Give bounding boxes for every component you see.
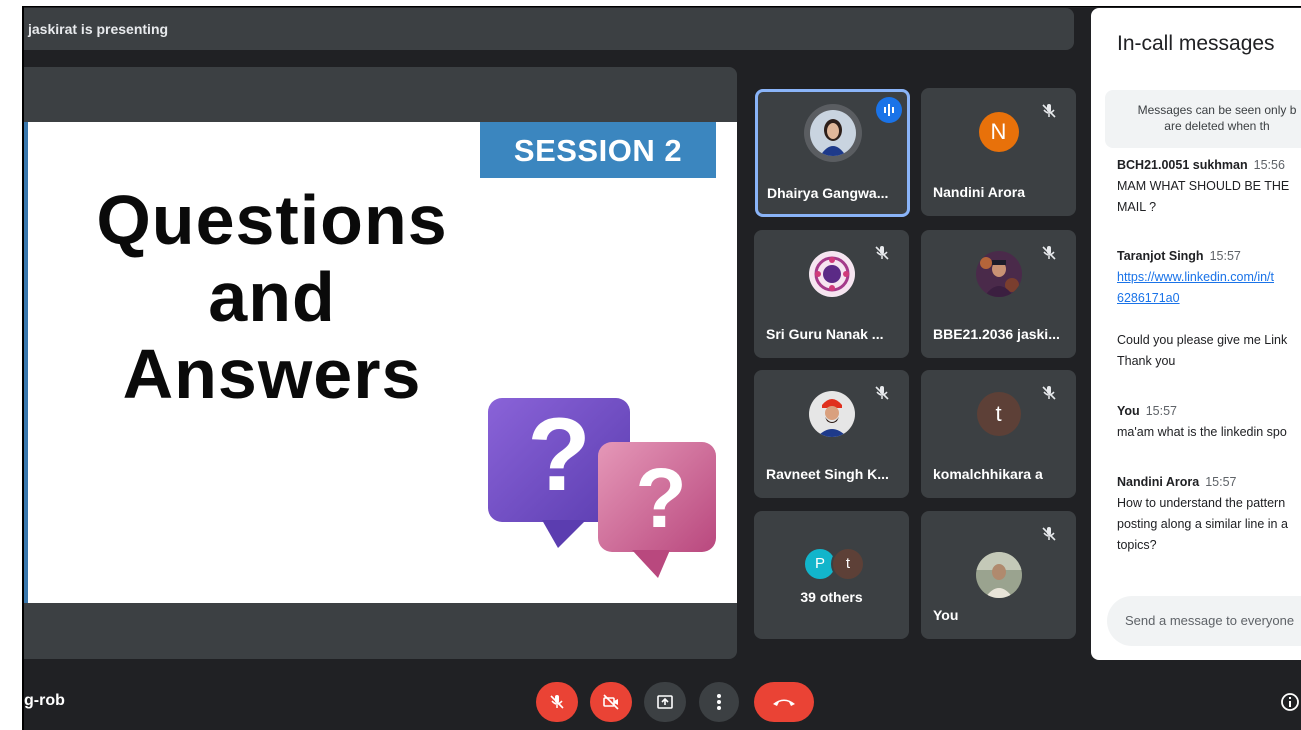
message-text: Could you please give me Link (1117, 333, 1288, 347)
chat-notice: Messages can be seen only b are deleted … (1105, 90, 1301, 148)
message-link[interactable]: https://www.linkedin.com/in/t (1117, 270, 1274, 284)
message-text: Thank you (1117, 354, 1176, 368)
mic-off-icon (1040, 384, 1058, 402)
session-label: SESSION 2 (480, 122, 716, 178)
chat-message: Nandini Arora 15:57 How to understand the… (1117, 472, 1301, 556)
mic-off-icon (1040, 102, 1058, 120)
window-top-rule (22, 6, 1301, 7)
presenting-bar: jaskirat is presenting (22, 8, 1074, 50)
slide-title: Questions and Answers (52, 182, 492, 413)
meet-stage: jaskirat is presenting SESSION 2 Questio… (22, 6, 1301, 730)
participant-tile[interactable]: Ravneet Singh K... (754, 370, 909, 498)
chat-panel: In-call messages Messages can be seen on… (1091, 8, 1301, 660)
mic-off-icon (873, 244, 891, 262)
slide-title-line: and (208, 258, 336, 336)
info-icon (1281, 693, 1299, 711)
avatar (975, 251, 1022, 297)
participant-tile[interactable]: BBE21.2036 jaski... (921, 230, 1076, 358)
presenting-text: jaskirat is presenting (28, 21, 169, 37)
chat-message: BCH21.0051 sukhman 15:56 MAM WHAT SHOULD … (1117, 155, 1301, 218)
meeting-code: g-rob (24, 692, 65, 709)
message-text: MAM WHAT SHOULD BE THE (1117, 179, 1290, 193)
message-time: 15:56 (1253, 158, 1285, 172)
chat-notice-line: are deleted when th (1164, 119, 1270, 133)
participant-tile[interactable]: Sri Guru Nanak ... (754, 230, 909, 358)
message-sender: You (1117, 404, 1140, 418)
message-time: 15:57 (1205, 475, 1237, 489)
avatar (808, 251, 855, 297)
mic-toggle-button[interactable] (536, 682, 578, 722)
message-sender: Nandini Arora (1117, 475, 1200, 489)
question-mark-small: ? (635, 451, 687, 545)
message-link[interactable]: 6286171a0 (1117, 291, 1180, 305)
participant-name: Ravneet Singh K... (766, 466, 889, 482)
presentation-slide: SESSION 2 Questions and Answers ? ? (22, 122, 737, 603)
chat-message: Taranjot Singh 15:57 https://www.linkedin… (1117, 246, 1301, 309)
present-now-button[interactable] (644, 682, 686, 722)
participant-tile[interactable]: Dhairya Gangwa... (755, 89, 910, 217)
avatar: t (831, 547, 865, 581)
message-text: How to understand the pattern (1117, 496, 1286, 510)
message-sender: BCH21.0051 sukhman (1117, 158, 1248, 172)
avatar: N (978, 112, 1019, 152)
camera-toggle-button[interactable] (590, 682, 632, 722)
avatar: t (976, 392, 1021, 436)
shared-screen: SESSION 2 Questions and Answers ? ? (22, 67, 737, 659)
participant-tile-others[interactable]: P t 39 others (754, 511, 909, 639)
chat-message: You 15:57 ma'am what is the linkedin spo (1117, 401, 1301, 443)
avatar (809, 110, 856, 156)
chat-input[interactable] (1123, 612, 1301, 629)
participant-name: komalchhikara a (933, 466, 1043, 482)
avatar (808, 391, 855, 437)
chat-input-box[interactable] (1107, 596, 1301, 646)
participant-name: Nandini Arora (933, 184, 1026, 200)
chat-message: Could you please give me Link Thank you (1117, 330, 1301, 372)
message-time: 15:57 (1209, 249, 1241, 263)
mic-off-icon (1040, 525, 1058, 543)
participant-name: Dhairya Gangwa... (767, 185, 889, 201)
message-sender: Taranjot Singh (1117, 249, 1204, 263)
more-icon (717, 694, 721, 710)
participant-tile-self[interactable]: You (921, 511, 1076, 639)
others-count: 39 others (800, 589, 863, 605)
mic-off-icon (1040, 244, 1058, 262)
speaking-icon (876, 97, 902, 123)
slide-title-line: Questions (96, 181, 448, 259)
chat-title: In-call messages (1117, 32, 1275, 55)
participant-tile[interactable]: t komalchhikara a (921, 370, 1076, 498)
message-text: ma'am what is the linkedin spo (1117, 425, 1287, 439)
message-text: posting along a similar line in a (1117, 517, 1288, 531)
window-left-rule (22, 6, 24, 730)
participant-tile[interactable]: N Nandini Arora (921, 88, 1076, 216)
mic-off-icon (873, 384, 891, 402)
meeting-info-button[interactable] (1280, 692, 1300, 712)
end-call-button[interactable] (754, 682, 814, 722)
more-options-button[interactable] (699, 682, 739, 722)
present-icon (657, 695, 673, 709)
pink-bubble-tail (632, 550, 670, 578)
message-time: 15:57 (1145, 404, 1177, 418)
avatar (975, 552, 1022, 598)
participant-name: Sri Guru Nanak ... (766, 326, 884, 342)
participant-name: BBE21.2036 jaski... (933, 326, 1060, 342)
chat-notice-line: Messages can be seen only b (1137, 103, 1297, 117)
message-text: MAIL ? (1117, 200, 1157, 214)
slide-title-line: Answers (122, 335, 422, 413)
mic-off-icon (550, 695, 564, 709)
participant-name: You (933, 607, 959, 623)
message-text: topics? (1117, 538, 1157, 552)
camera-off-icon (603, 694, 619, 710)
purple-bubble-tail (542, 520, 586, 548)
end-call-icon (773, 699, 795, 706)
